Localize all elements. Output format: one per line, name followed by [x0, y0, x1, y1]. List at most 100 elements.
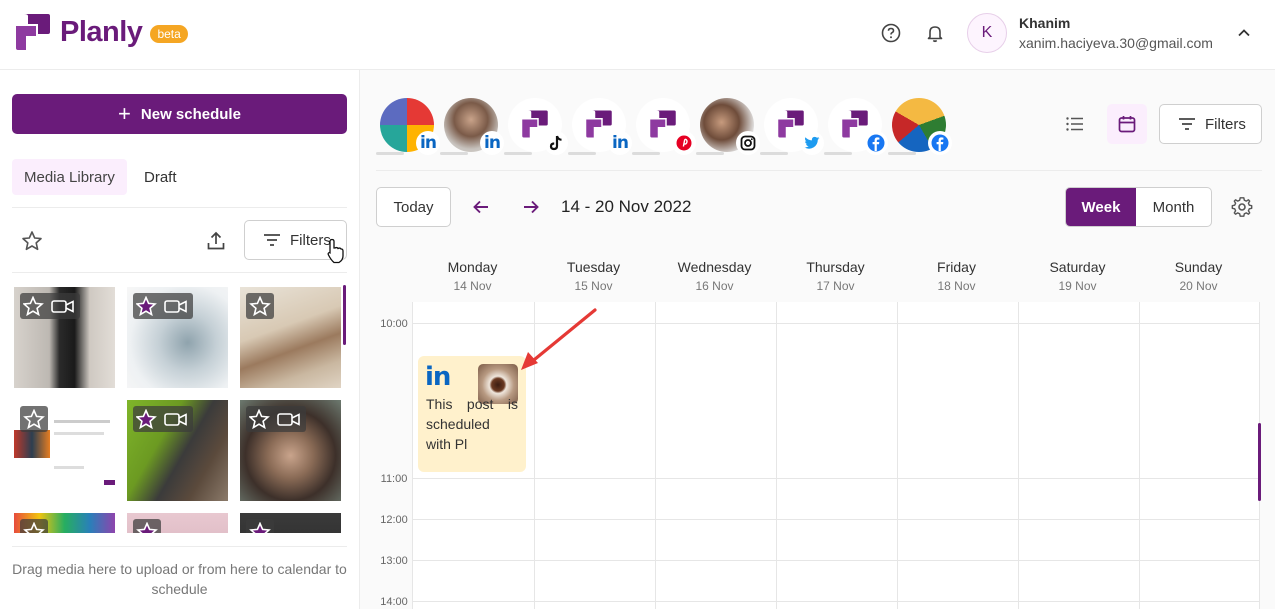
- pinterest-icon: [672, 131, 696, 155]
- account-avatar-linkedin[interactable]: in: [568, 98, 632, 155]
- planly-logo[interactable]: Planly beta: [14, 12, 188, 52]
- arrow-right-icon[interactable]: [520, 196, 542, 218]
- day-column-line: [897, 302, 898, 609]
- calendar-scrollbar[interactable]: [1258, 423, 1261, 501]
- calendar-panel: in in in Filters Today 14 - 20 Nov 2022 We…: [360, 70, 1275, 609]
- help-icon[interactable]: [880, 22, 902, 44]
- arrow-left-icon[interactable]: [470, 196, 492, 218]
- account-name-placeholder: [888, 152, 916, 155]
- day-name: Tuesday: [566, 259, 621, 275]
- day-date: 14 Nov: [453, 279, 492, 293]
- bell-icon[interactable]: [924, 22, 946, 44]
- account-avatar-facebook[interactable]: [824, 98, 888, 155]
- filter-icon: [1179, 118, 1195, 130]
- account-name-placeholder: [568, 152, 596, 155]
- linkedin-icon: in: [608, 131, 632, 155]
- time-label: 10:00: [380, 318, 408, 330]
- drag-hint: Drag media here to upload or from here t…: [12, 546, 347, 599]
- brand-name: Planly: [60, 15, 143, 48]
- upload-icon[interactable]: [205, 230, 227, 257]
- day-header: Saturday 19 Nov: [1017, 255, 1138, 293]
- account-avatar-twitter[interactable]: [760, 98, 824, 155]
- day-name: Sunday: [1174, 259, 1223, 275]
- account-name-placeholder: [504, 152, 532, 155]
- planly-logo-icon: [16, 14, 50, 50]
- account-name-placeholder: [632, 152, 660, 155]
- date-range: 14 - 20 Nov 2022: [561, 197, 692, 216]
- hour-line: [413, 478, 1260, 479]
- day-date: 19 Nov: [1058, 279, 1097, 293]
- linkedin-icon: in: [425, 362, 451, 392]
- media-thumbnail[interactable]: [127, 400, 228, 501]
- media-badge: [20, 406, 48, 432]
- media-thumbnail[interactable]: [14, 400, 115, 501]
- media-sidebar: + New schedule Media Library Draft Filte…: [0, 70, 360, 609]
- month-view-button[interactable]: Month: [1136, 188, 1211, 226]
- calendar-view-icon[interactable]: [1107, 104, 1147, 144]
- day-header: Friday 18 Nov: [896, 255, 1017, 293]
- media-thumbnail[interactable]: [127, 513, 228, 533]
- facebook-icon: [928, 131, 952, 155]
- divider: [376, 170, 1262, 171]
- user-avatar[interactable]: K: [967, 13, 1007, 53]
- gear-icon[interactable]: [1231, 196, 1253, 223]
- new-schedule-button[interactable]: + New schedule: [12, 94, 347, 134]
- media-filters-label: Filters: [290, 231, 331, 249]
- media-badge: [133, 519, 161, 533]
- media-thumbnail[interactable]: [14, 287, 115, 388]
- chevron-up-icon[interactable]: [1236, 25, 1252, 46]
- tab-draft[interactable]: Draft: [132, 159, 189, 195]
- media-scrollbar[interactable]: [343, 285, 346, 345]
- account-avatar-pinterest[interactable]: [632, 98, 696, 155]
- day-column-line: [776, 302, 777, 609]
- day-column-line: [655, 302, 656, 609]
- account-avatar-linkedin[interactable]: in: [376, 98, 440, 155]
- day-column-line: [1018, 302, 1019, 609]
- filter-icon: [264, 234, 280, 246]
- media-thumbnail[interactable]: [240, 287, 341, 388]
- media-thumbnail[interactable]: [14, 513, 115, 533]
- account-name-placeholder: [440, 152, 468, 155]
- media-thumbnail[interactable]: [240, 513, 341, 533]
- calendar-filters-button[interactable]: Filters: [1159, 104, 1262, 144]
- mouse-cursor-icon: [326, 238, 344, 269]
- account-avatar-tiktok[interactable]: [504, 98, 568, 155]
- account-avatar-instagram[interactable]: [696, 98, 760, 155]
- account-avatar-facebook[interactable]: [888, 98, 952, 155]
- account-avatar-linkedin[interactable]: in: [440, 98, 504, 155]
- tab-media-library[interactable]: Media Library: [12, 159, 127, 195]
- tiktok-icon: [544, 131, 568, 155]
- time-label: 14:00: [380, 596, 408, 608]
- star-filter-icon[interactable]: [21, 230, 43, 257]
- today-button[interactable]: Today: [376, 187, 451, 227]
- user-name: Khanim: [1019, 15, 1071, 31]
- media-grid: [14, 287, 344, 533]
- day-column-line: [1139, 302, 1140, 609]
- media-badge: [246, 293, 274, 319]
- divider: [12, 207, 347, 208]
- account-name-placeholder: [376, 152, 404, 155]
- day-header: Tuesday 15 Nov: [533, 255, 654, 293]
- scheduled-post-card[interactable]: in This post is scheduled with Pl: [418, 356, 526, 472]
- day-name: Monday: [447, 259, 498, 275]
- day-header: Monday 14 Nov: [412, 255, 533, 293]
- day-name: Friday: [937, 259, 976, 275]
- time-label: 11:00: [380, 473, 408, 485]
- day-header: Thursday 17 Nov: [775, 255, 896, 293]
- list-view-icon[interactable]: [1055, 104, 1095, 144]
- linkedin-icon: in: [480, 131, 504, 155]
- media-thumbnail[interactable]: [240, 400, 341, 501]
- time-label: 13:00: [380, 555, 408, 567]
- linkedin-icon: in: [416, 131, 440, 155]
- day-name: Wednesday: [677, 259, 752, 275]
- media-thumbnail[interactable]: [127, 287, 228, 388]
- twitter-icon: [800, 131, 824, 155]
- media-badge: [246, 519, 274, 533]
- annotation-arrow: [521, 308, 597, 370]
- week-view-button[interactable]: Week: [1066, 188, 1136, 226]
- user-email: xanim.haciyeva.30@gmail.com: [1019, 35, 1213, 51]
- facebook-icon: [864, 131, 888, 155]
- plus-icon: +: [118, 101, 131, 126]
- day-date: 18 Nov: [937, 279, 976, 293]
- day-date: 17 Nov: [816, 279, 855, 293]
